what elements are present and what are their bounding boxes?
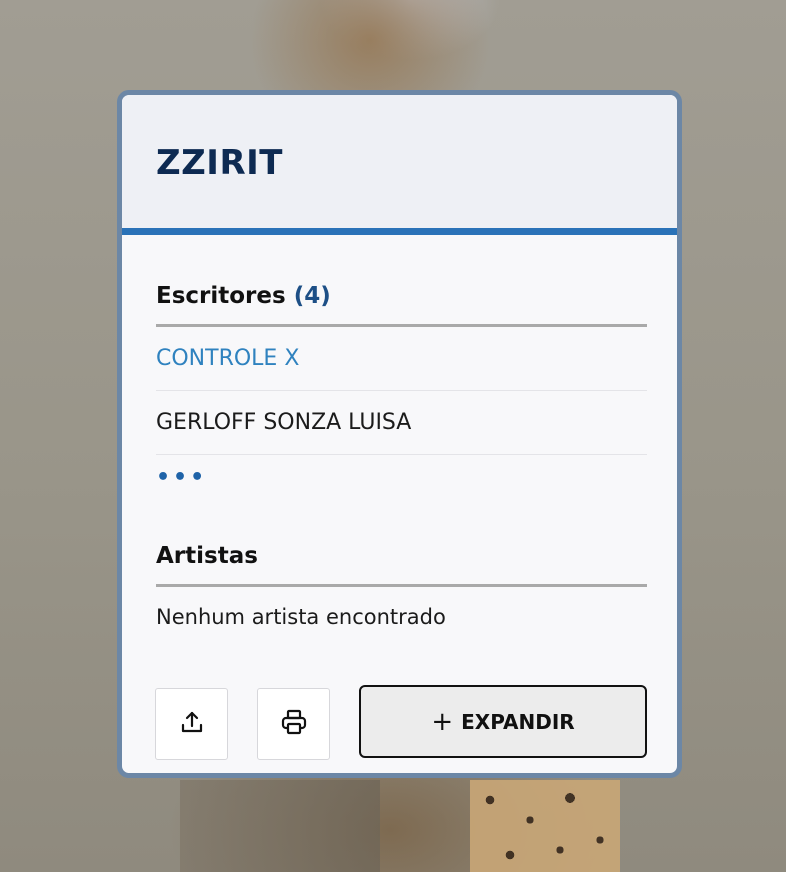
writers-section: Escritores (4) CONTROLE X GERLOFF SONZA …	[156, 283, 647, 499]
credits-card: ZZIRIT Escritores (4) CONTROLE X GERLOFF…	[117, 90, 682, 778]
writer-link-controle-x[interactable]: CONTROLE X	[156, 327, 647, 391]
expand-button-label: EXPANDIR	[461, 709, 575, 734]
artists-section: Artistas Nenhum artista encontrado	[156, 543, 647, 629]
card-header: ZZIRIT	[122, 95, 677, 235]
writer-item: GERLOFF SONZA LUISA	[156, 391, 647, 455]
more-writers-button[interactable]: •••	[156, 455, 647, 499]
song-title: ZZIRIT	[156, 143, 283, 183]
share-button[interactable]	[155, 688, 228, 760]
writers-count: (4)	[293, 283, 331, 309]
plus-icon: +	[431, 706, 454, 737]
share-upload-icon	[179, 709, 205, 739]
print-button[interactable]	[257, 688, 330, 760]
artists-empty-message: Nenhum artista encontrado	[156, 605, 446, 629]
background-photo-detail	[470, 780, 620, 872]
writers-heading-label: Escritores	[156, 283, 286, 309]
artists-heading: Artistas	[156, 543, 647, 587]
card-actions: + EXPANDIR	[155, 685, 649, 761]
expand-button[interactable]: + EXPANDIR	[359, 685, 647, 758]
background-photo-detail	[180, 780, 380, 872]
writers-heading: Escritores (4)	[156, 283, 647, 327]
printer-icon	[280, 708, 308, 740]
